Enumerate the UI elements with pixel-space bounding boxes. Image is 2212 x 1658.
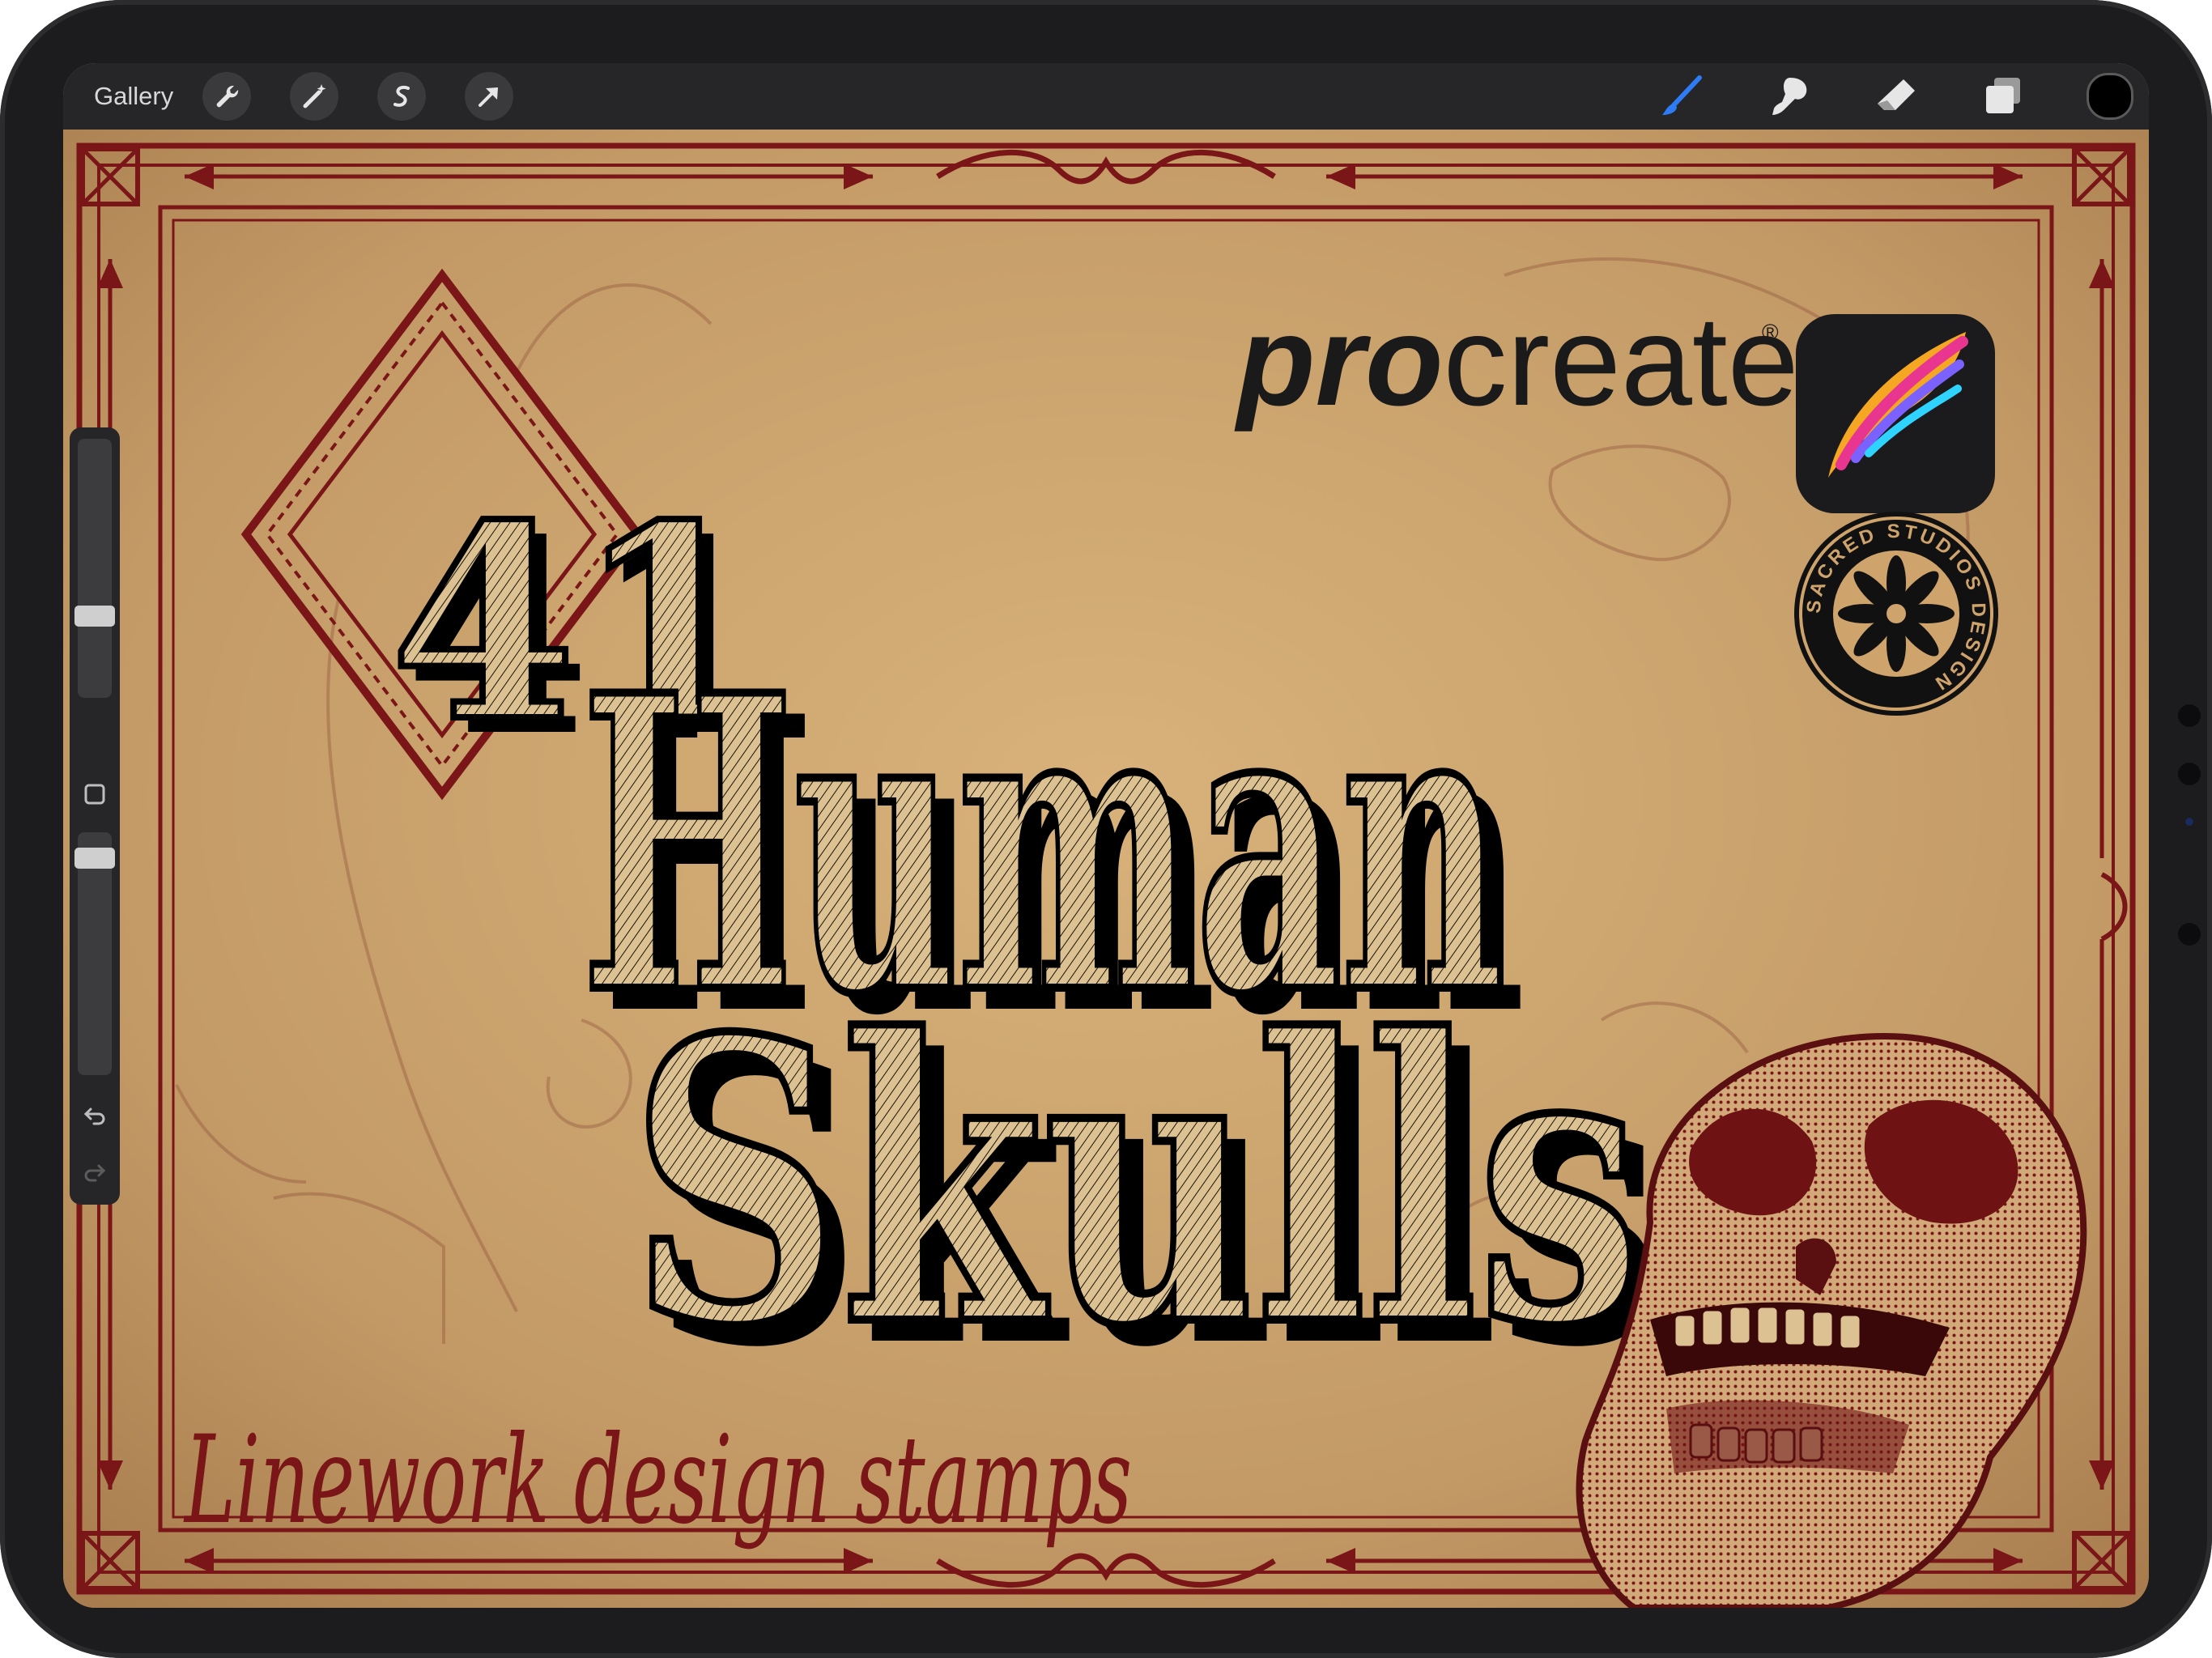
procreate-wordmark: procreate xyxy=(1234,290,1799,432)
opacity-slider[interactable] xyxy=(74,832,115,1075)
selection-icon[interactable] xyxy=(377,72,427,121)
subtitle-linework: Linework design stamps xyxy=(183,1410,1132,1551)
wrench-icon[interactable] xyxy=(202,72,252,121)
gallery-button[interactable]: Gallery xyxy=(94,82,173,111)
right-tools xyxy=(1600,72,2134,121)
flash-sensor xyxy=(2185,818,2193,826)
side-toolbar xyxy=(70,427,120,1205)
redo-icon[interactable] xyxy=(79,1156,110,1187)
title-skulls: Skulls xyxy=(630,955,1642,1412)
brush-size-thumb[interactable] xyxy=(74,606,115,627)
current-color-swatch[interactable] xyxy=(2087,73,2133,120)
canvas[interactable]: procreate ® SACRED STUDIOS DESIGN 41 41 … xyxy=(63,130,2149,1608)
top-toolbar: Gallery xyxy=(63,63,2149,130)
camera-lens xyxy=(2178,763,2201,785)
eraser-icon[interactable] xyxy=(1872,72,1921,121)
procreate-screen: Gallery procreate ® SACRED STUDIOS DESIG… xyxy=(63,63,2149,1608)
undo-icon[interactable] xyxy=(79,1099,110,1130)
layers-icon[interactable] xyxy=(1979,72,2027,121)
procreate-app-icon xyxy=(1796,314,1995,513)
brush-size-slider[interactable] xyxy=(74,439,115,698)
device-sensors xyxy=(2173,704,2206,947)
square-modify-icon[interactable] xyxy=(79,779,110,810)
microphone xyxy=(2178,923,2201,946)
smudge-icon[interactable] xyxy=(1765,72,1814,121)
ipad-device: Gallery procreate ® SACRED STUDIOS DESIG… xyxy=(0,0,2212,1658)
color-swatch[interactable] xyxy=(2086,72,2134,121)
brush-icon[interactable] xyxy=(1658,72,1707,121)
magic-wand-icon[interactable] xyxy=(290,72,339,121)
camera-sensor xyxy=(2178,704,2201,727)
opacity-thumb[interactable] xyxy=(74,848,115,869)
sacred-studios-badge: SACRED STUDIOS DESIGN xyxy=(1794,512,1998,716)
move-arrow-icon[interactable] xyxy=(465,72,514,121)
registered-mark: ® xyxy=(1762,320,1779,345)
